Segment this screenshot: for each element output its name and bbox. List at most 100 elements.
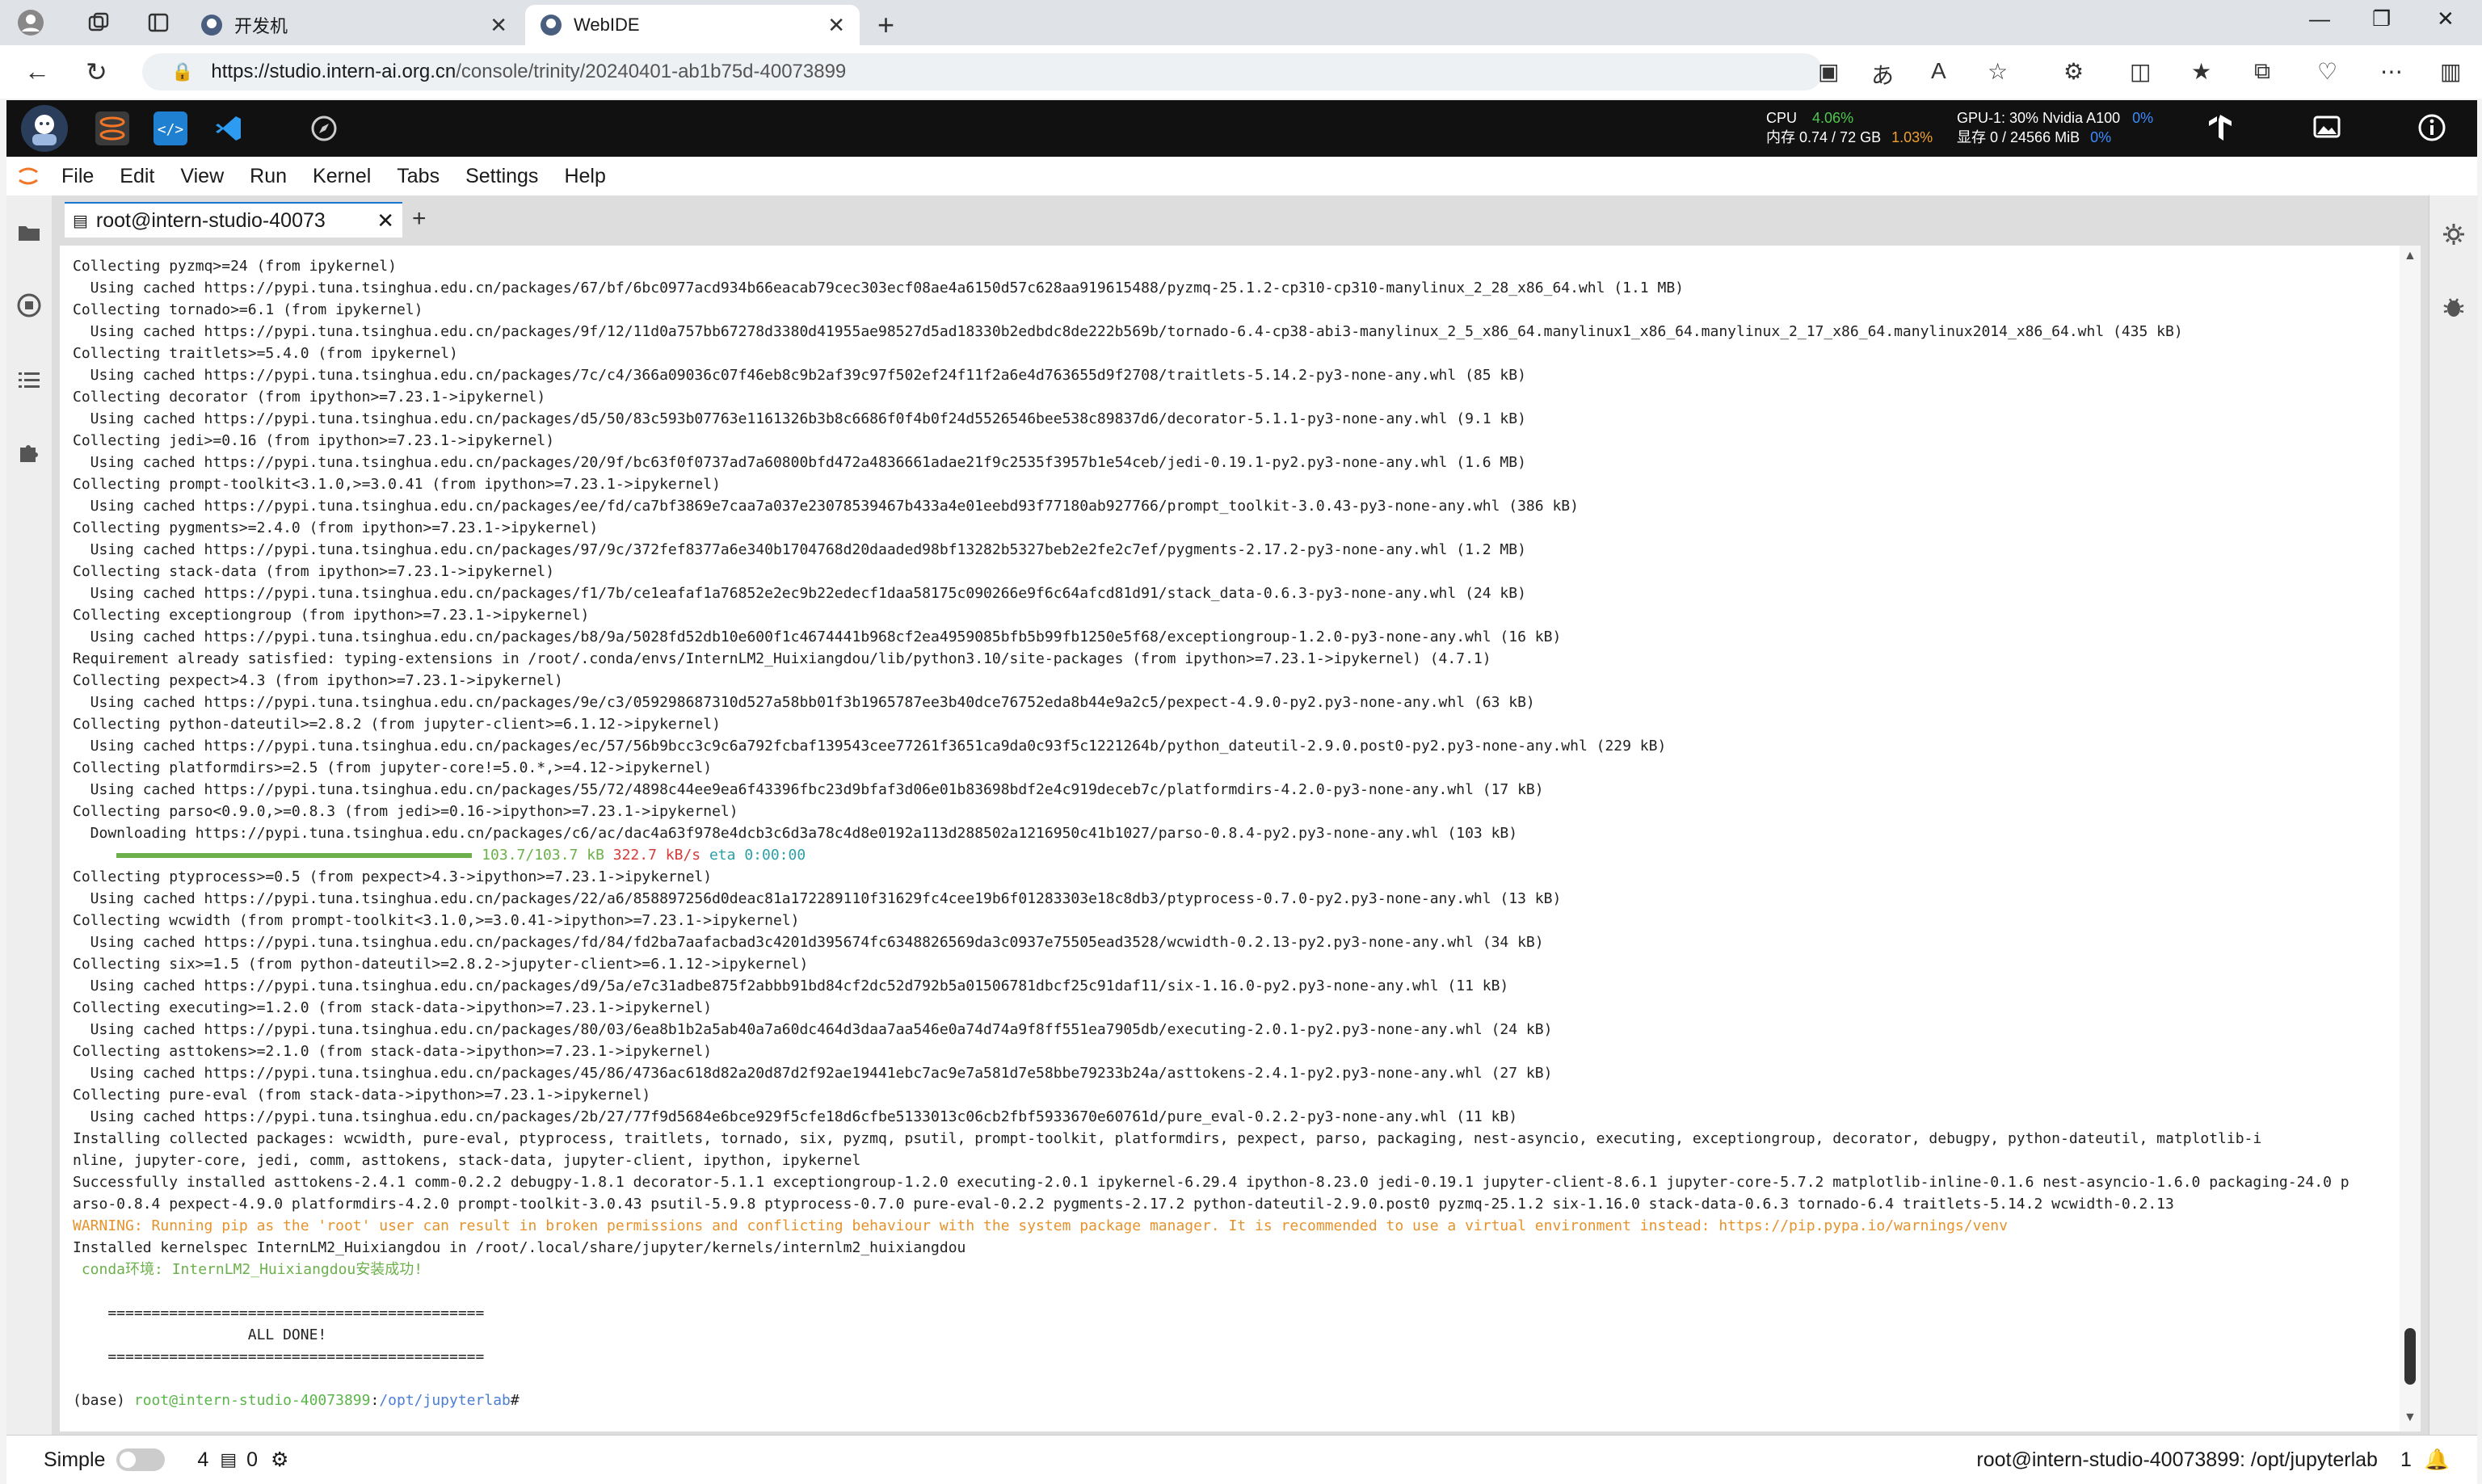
terminal-lines-block: Collecting pyzmq>=24 (from ipykernel) Us… xyxy=(73,258,2183,842)
terminal-line: Collecting exceptiongroup (from ipython>… xyxy=(73,607,590,624)
restore-icon[interactable]: ❐ xyxy=(2372,6,2391,32)
browser-tab-title: 开发机 xyxy=(234,16,288,36)
reload-icon[interactable]: ↻ xyxy=(86,57,107,87)
property-inspector-icon[interactable] xyxy=(2441,221,2467,247)
more-icon[interactable]: ⋯ xyxy=(2380,58,2403,85)
url-host: https://studio.intern-ai.org.cn xyxy=(211,61,456,82)
pip-warning: WARNING: Running pip as the 'root' user … xyxy=(73,1217,2008,1234)
right-sidebar xyxy=(2429,195,2478,1435)
terminal-line: Collecting executing>=1.2.0 (from stack-… xyxy=(73,999,713,1016)
terminal-line: Using cached https://pypi.tuna.tsinghua.… xyxy=(73,1108,1518,1125)
vscode-icon[interactable] xyxy=(212,111,246,145)
close-icon[interactable]: ✕ xyxy=(827,13,845,38)
menu-tabs[interactable]: Tabs xyxy=(397,165,440,188)
app-available-icon[interactable]: ▣ xyxy=(1818,58,1839,85)
debugger-bug-icon[interactable] xyxy=(2441,294,2467,320)
folder-icon[interactable] xyxy=(16,220,42,246)
menu-bar: File Edit View Run Kernel Tabs Settings … xyxy=(6,157,2477,196)
workspaces-icon[interactable] xyxy=(81,5,116,40)
terminal-line: Using cached https://pypi.tuna.tsinghua.… xyxy=(73,585,1526,602)
simple-mode-label: Simple xyxy=(44,1448,106,1471)
terminal-icon: ▤ xyxy=(220,1449,238,1469)
info-icon[interactable] xyxy=(2417,113,2446,149)
cpu-label: CPU xyxy=(1766,110,1798,126)
main-work-area: ▤ root@intern-studio-40073 ✕ + Collectin… xyxy=(52,195,2429,1435)
close-icon[interactable]: ✕ xyxy=(377,208,394,233)
terminal-output: Collecting pyzmq>=24 (from ipykernel) Us… xyxy=(73,255,2349,1411)
shell-prompt[interactable]: (base) root@intern-studio-40073899:/opt/… xyxy=(73,1392,520,1409)
code-server-icon[interactable]: </> xyxy=(154,111,187,145)
scroll-thumb[interactable] xyxy=(2404,1328,2416,1385)
read-aloud-icon[interactable]: A xyxy=(1931,58,1946,84)
menu-help[interactable]: Help xyxy=(564,165,605,188)
favorite-star-icon[interactable]: ☆ xyxy=(1988,58,2008,85)
browser-tab-kaifaji[interactable]: 开发机 ✕ xyxy=(186,5,522,45)
collections-icon[interactable]: ⧉ xyxy=(2254,58,2270,85)
scroll-up-icon[interactable]: ▲ xyxy=(2404,249,2417,263)
translate-icon[interactable]: あ xyxy=(1871,58,1894,90)
terminal-line: Using cached https://pypi.tuna.tsinghua.… xyxy=(73,410,1526,427)
left-sidebar xyxy=(6,195,53,1435)
close-icon[interactable]: ✕ xyxy=(490,13,507,38)
running-sessions-icon[interactable] xyxy=(16,292,42,318)
menu-file[interactable]: File xyxy=(61,165,94,188)
terminal-line: Collecting pyzmq>=24 (from ipykernel) xyxy=(73,258,397,275)
browser-essentials-icon[interactable]: ♡ xyxy=(2317,58,2337,85)
profile-icon[interactable] xyxy=(13,5,48,40)
scroll-down-icon[interactable]: ▼ xyxy=(2404,1410,2417,1425)
menu-view[interactable]: View xyxy=(180,165,224,188)
browser-tab-webide[interactable]: WebIDE ✕ xyxy=(525,5,860,45)
mem-label: 内存 xyxy=(1766,129,1795,145)
minimize-icon[interactable]: — xyxy=(2309,6,2330,32)
new-tab-icon[interactable]: + xyxy=(877,8,894,42)
terminal-line: Using cached https://pypi.tuna.tsinghua.… xyxy=(73,498,1579,515)
mem-pct: 1.03% xyxy=(1891,129,1933,145)
terminal-line: Successfully installed asttokens-2.4.1 c… xyxy=(73,1174,2349,1191)
split-screen-icon[interactable]: ◫ xyxy=(2130,58,2151,85)
terminal-scrollbar[interactable]: ▲ ▼ xyxy=(2400,246,2421,1431)
download-eta: eta 0:00:00 xyxy=(709,847,806,864)
terminal-line: Requirement already satisfied: typing-ex… xyxy=(73,650,1491,667)
terminal-line: Collecting traitlets>=5.4.0 (from ipyker… xyxy=(73,345,458,362)
terminal-line: Using cached https://pypi.tuna.tsinghua.… xyxy=(73,1065,1553,1082)
simple-mode-toggle[interactable] xyxy=(116,1448,166,1471)
tab-actions-icon[interactable] xyxy=(141,5,176,40)
favorites-icon[interactable]: ★ xyxy=(2191,58,2211,85)
all-done: ALL DONE! xyxy=(73,1326,327,1343)
prompt-colon: : xyxy=(370,1392,380,1409)
terminal-line: Using cached https://pypi.tuna.tsinghua.… xyxy=(73,367,1526,384)
extensions-icon[interactable]: ⚙ xyxy=(2063,58,2084,85)
terminal-lines-block: Collecting ptyprocess>=0.5 (from pexpect… xyxy=(73,868,2349,1213)
terminal-line: Using cached https://pypi.tuna.tsinghua.… xyxy=(73,934,1544,951)
window-close-icon[interactable]: ✕ xyxy=(2437,6,2455,32)
prompt-user: root@intern-studio-40073899 xyxy=(133,1392,371,1409)
address-bar[interactable]: 🔒 https://studio.intern-ai.org.cn/consol… xyxy=(142,53,1823,90)
tensorflow-icon[interactable] xyxy=(2206,113,2235,149)
terminal-line: Collecting decorator (from ipython>=7.23… xyxy=(73,389,546,406)
terminal-line: Collecting python-dateutil>=2.8.2 (from … xyxy=(73,716,721,733)
table-of-contents-icon[interactable] xyxy=(16,367,42,393)
menu-edit[interactable]: Edit xyxy=(120,165,154,188)
progress-bar xyxy=(116,853,473,858)
sidebar-icon[interactable]: ▥ xyxy=(2440,58,2461,85)
terminal-line: Collecting jedi>=0.16 (from ipython>=7.2… xyxy=(73,432,555,449)
gpu-pct: 0% xyxy=(2132,110,2154,126)
vram-pct: 0% xyxy=(2090,129,2112,145)
terminal-panel[interactable]: Collecting pyzmq>=24 (from ipykernel) Us… xyxy=(60,246,2421,1431)
terminal-line: Collecting pygments>=2.4.0 (from ipython… xyxy=(73,519,599,536)
bell-icon[interactable]: 🔔 xyxy=(2425,1448,2450,1472)
back-icon[interactable]: ← xyxy=(24,57,50,86)
add-tab-icon[interactable]: + xyxy=(412,205,427,233)
jupyter-launcher-icon[interactable] xyxy=(95,111,129,145)
menu-run[interactable]: Run xyxy=(250,165,287,188)
terminal-line: Installing collected packages: wcwidth, … xyxy=(73,1130,2262,1147)
compass-icon[interactable] xyxy=(307,111,341,145)
terminal-line: Using cached https://pypi.tuna.tsinghua.… xyxy=(73,977,1509,994)
conda-success: conda环境: InternLM2_Huixiangdou安装成功! xyxy=(73,1261,423,1278)
menu-settings[interactable]: Settings xyxy=(465,165,538,188)
menu-kernel[interactable]: Kernel xyxy=(313,165,371,188)
site-favicon-icon xyxy=(201,15,222,36)
image-viewer-icon[interactable] xyxy=(2312,113,2341,149)
terminal-tab[interactable]: ▤ root@intern-studio-40073 ✕ xyxy=(65,202,402,238)
extensions-puzzle-icon[interactable] xyxy=(16,439,42,465)
